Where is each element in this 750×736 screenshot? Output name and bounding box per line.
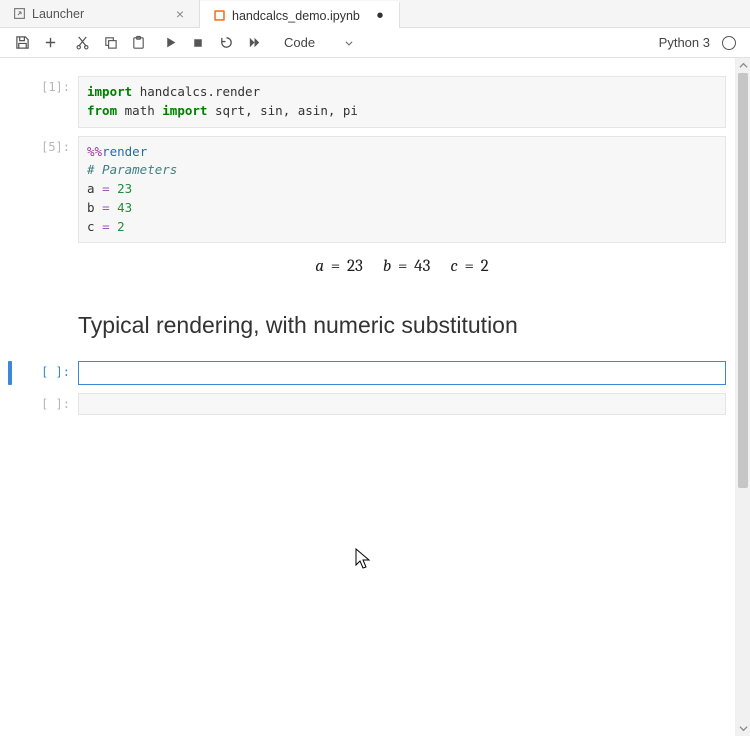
code-input[interactable]: %%render # Parameters a = 23 b = 43 c = … bbox=[78, 136, 726, 244]
cut-button[interactable] bbox=[68, 29, 96, 57]
tab-bar: Launcher × handcalcs_demo.ipynb • bbox=[0, 0, 750, 28]
notebook[interactable]: [1]:import handcalcs.render from math im… bbox=[0, 58, 750, 736]
code-input[interactable]: import handcalcs.render from math import… bbox=[78, 76, 726, 128]
cell-body: import handcalcs.render from math import… bbox=[78, 76, 726, 128]
cell-body bbox=[78, 361, 726, 385]
cell-prompt: [ ]: bbox=[18, 393, 78, 411]
cell-body: Typical rendering, with numeric substitu… bbox=[78, 294, 726, 353]
cell-prompt: [1]: bbox=[18, 76, 78, 94]
cell-prompt: [5]: bbox=[18, 136, 78, 154]
copy-button[interactable] bbox=[96, 29, 124, 57]
cell-output: a = 23b = 43c = 2 bbox=[78, 243, 726, 286]
cell-body: %%render # Parameters a = 23 b = 43 c = … bbox=[78, 136, 726, 287]
scroll-up-icon[interactable] bbox=[736, 58, 750, 73]
scrollbar[interactable] bbox=[735, 58, 750, 736]
tab-notebook[interactable]: handcalcs_demo.ipynb • bbox=[200, 1, 400, 28]
run-button[interactable] bbox=[156, 29, 184, 57]
cell-type-label: Code bbox=[284, 35, 315, 50]
unsaved-dot-icon[interactable]: • bbox=[373, 11, 387, 21]
restart-run-all-button[interactable] bbox=[240, 29, 268, 57]
kernel-name[interactable]: Python 3 bbox=[659, 35, 716, 50]
tab-label: Launcher bbox=[32, 7, 167, 21]
close-icon[interactable]: × bbox=[173, 6, 187, 22]
interrupt-button[interactable] bbox=[184, 29, 212, 57]
cell[interactable]: [ ]: bbox=[8, 393, 726, 415]
notebook-viewport: [1]:import handcalcs.render from math im… bbox=[0, 58, 750, 736]
code-input[interactable] bbox=[78, 393, 726, 415]
cell[interactable]: Typical rendering, with numeric substitu… bbox=[8, 294, 726, 353]
chevron-down-icon bbox=[344, 38, 354, 48]
cell-body bbox=[78, 393, 726, 415]
notebook-icon bbox=[212, 9, 226, 23]
insert-cell-button[interactable] bbox=[36, 29, 64, 57]
cell[interactable]: [ ]: bbox=[8, 361, 726, 385]
paste-button[interactable] bbox=[124, 29, 152, 57]
cell[interactable]: [1]:import handcalcs.render from math im… bbox=[8, 76, 726, 128]
restart-button[interactable] bbox=[212, 29, 240, 57]
launcher-icon bbox=[12, 7, 26, 21]
scroll-track[interactable] bbox=[736, 73, 750, 721]
code-input[interactable] bbox=[78, 361, 726, 385]
markdown-heading: Typical rendering, with numeric substitu… bbox=[78, 294, 726, 353]
cell-prompt bbox=[18, 294, 78, 298]
cell-prompt: [ ]: bbox=[18, 361, 78, 379]
toolbar: Code Python 3 bbox=[0, 28, 750, 58]
cell-type-select[interactable]: Code bbox=[274, 33, 364, 52]
save-button[interactable] bbox=[8, 29, 36, 57]
kernel-status-icon[interactable] bbox=[722, 36, 736, 50]
cell[interactable]: [5]:%%render # Parameters a = 23 b = 43 … bbox=[8, 136, 726, 287]
scroll-thumb[interactable] bbox=[738, 73, 748, 488]
tab-launcher[interactable]: Launcher × bbox=[0, 0, 200, 27]
scroll-down-icon[interactable] bbox=[736, 721, 750, 736]
tab-label: handcalcs_demo.ipynb bbox=[232, 9, 367, 23]
